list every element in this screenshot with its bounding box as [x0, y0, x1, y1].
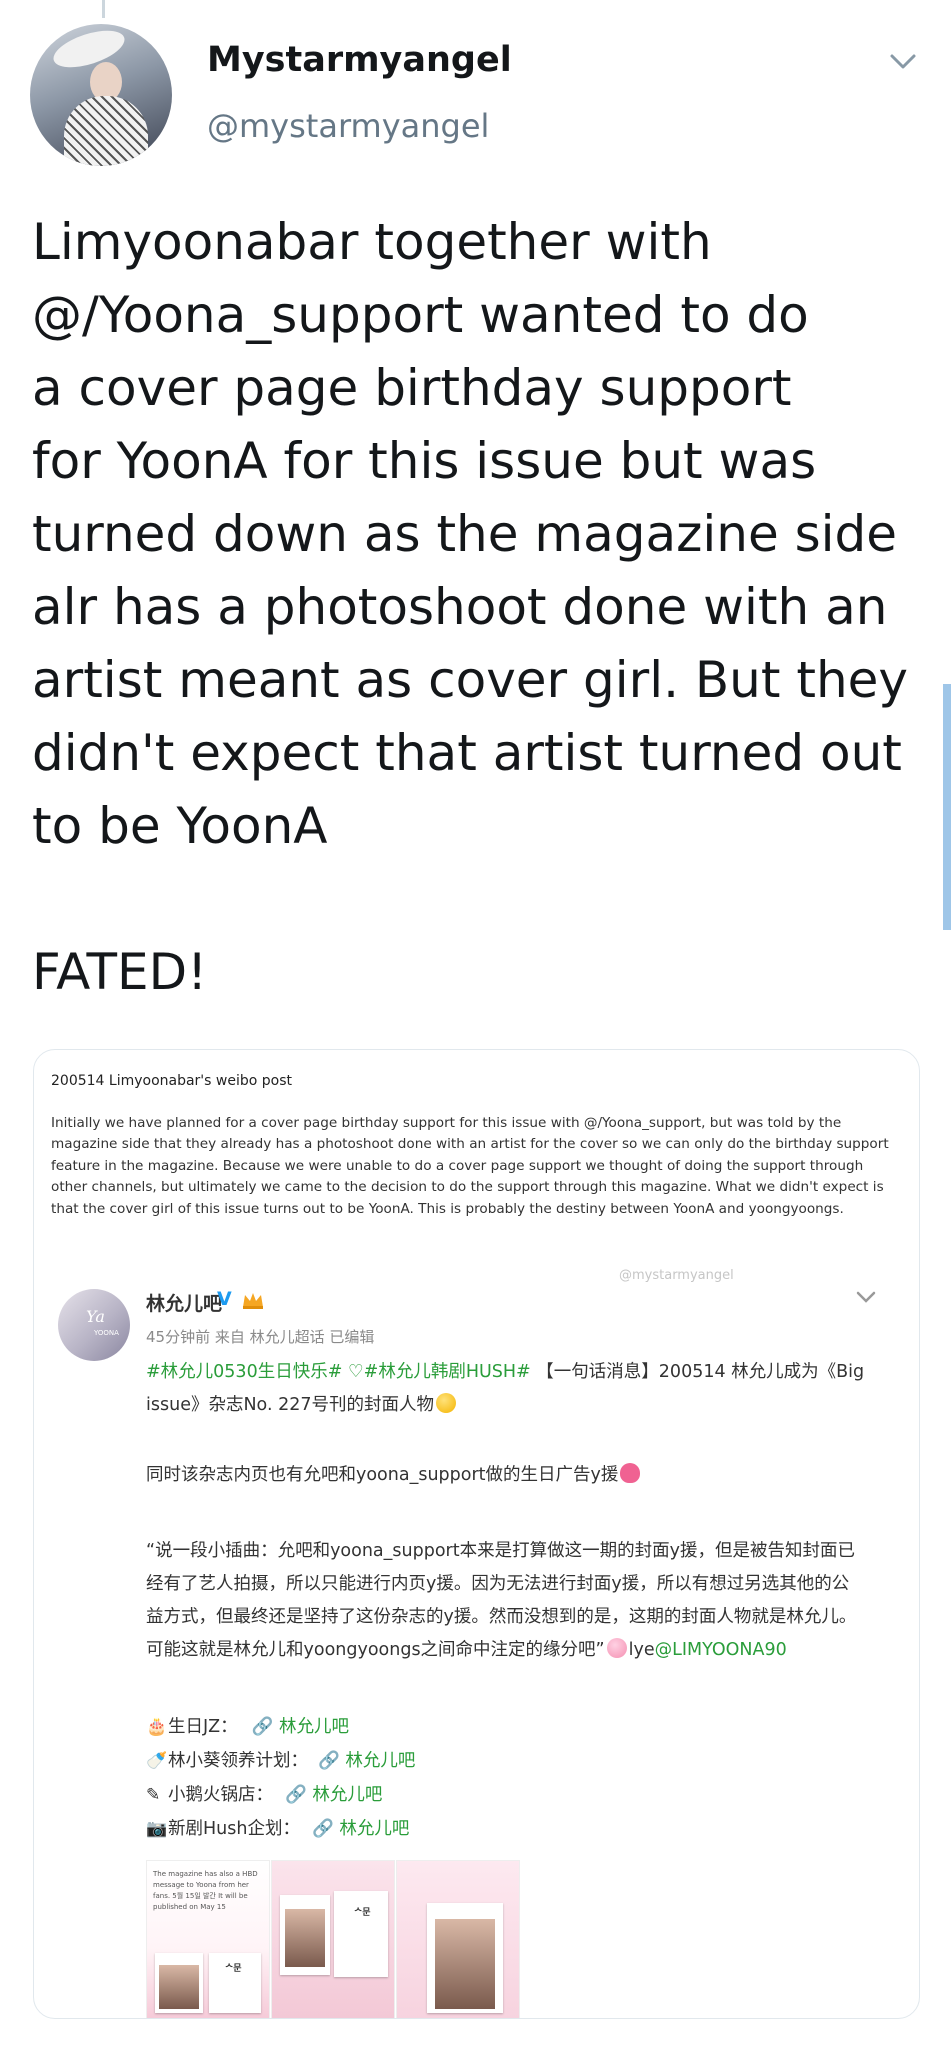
weibo-paragraph-3: “说一段小插曲：允吧和yoona_support本来是打算做这一期的封面y援，但…: [146, 1535, 866, 1667]
magazine-cover-image: [427, 1903, 503, 2013]
weibo-post-meta: 45分钟前 来自 林允儿超话 已编辑: [146, 1328, 375, 1346]
author-avatar[interactable]: [30, 24, 172, 166]
camera-icon: 📷: [146, 1819, 168, 1839]
magazine-cover-image: [280, 1895, 330, 1975]
tweet-text: Limyoonabar together with @/Yoona_suppor…: [32, 213, 909, 1001]
weibo-paragraph-3-suffix: lye: [628, 1640, 655, 1660]
author-handle[interactable]: @mystarmyangel: [207, 107, 489, 145]
list-item: ✎ 小鹅火锅店： 🔗 林允儿吧: [146, 1778, 866, 1812]
weibo-account-name: 林允儿吧: [146, 1293, 223, 1315]
chevron-down-icon[interactable]: [888, 46, 918, 76]
thread-connector-line: [102, 0, 105, 18]
avatar-coat: [64, 96, 148, 166]
list-item-label: 生日JZ：: [168, 1717, 238, 1737]
image-thumbnail: The magazine has also a HBD message to Y…: [146, 1860, 270, 2018]
chevron-down-icon: [856, 1291, 876, 1303]
image-thumbnail: [396, 1860, 520, 2018]
list-item: 🎂生日JZ： 🔗 林允儿吧: [146, 1710, 866, 1744]
list-item-label: 新剧Hush企划：: [168, 1819, 300, 1839]
magazine-cover-image: [155, 1953, 203, 2013]
pen-icon: ✎: [146, 1785, 161, 1805]
scrollbar[interactable]: [943, 684, 951, 930]
list-item-label: 小鹅火锅店：: [168, 1785, 273, 1805]
weibo-link: 🔗 林允儿吧: [311, 1819, 410, 1839]
weibo-link: 🔗 林允儿吧: [285, 1785, 383, 1805]
heart-icon: ♡: [347, 1362, 364, 1382]
crown-badge-icon: [243, 1293, 263, 1309]
thumbnail-caption: The magazine has also a HBD message to Y…: [153, 1870, 258, 1911]
weibo-link-list: 🎂生日JZ： 🔗 林允儿吧 🍼林小葵领养计划： 🔗 林允儿吧 ✎ 小鹅火锅店： 🔗 林允…: [146, 1710, 866, 1846]
weibo-avatar: Ya YOONA: [58, 1289, 130, 1361]
list-item-label: 林小葵领养计划：: [168, 1751, 308, 1771]
weibo-paragraph-2-text: 同时该杂志内页也有允吧和yoona_support做的生日广告y援: [146, 1465, 619, 1485]
surprised-emoji-icon: [435, 1393, 456, 1413]
heart-emoji-icon: [620, 1463, 641, 1483]
author-display-name[interactable]: Mystarmyangel: [207, 40, 512, 80]
magazine-page-image: ᄉ문: [209, 1953, 261, 2013]
mention-limyoona90: @LIMYOONA90: [654, 1640, 787, 1660]
weibo-paragraph-1: #林允儿0530生日快乐# ♡#林允儿韩剧HUSH# 【一句话消息】200514…: [146, 1356, 866, 1422]
tweet-media-image[interactable]: 200514 Limyoonabar's weibo post Initiall…: [33, 1049, 920, 2019]
weibo-link: 🔗 林允儿吧: [251, 1717, 350, 1737]
translation-title: 200514 Limyoonabar's weibo post: [51, 1073, 292, 1089]
list-item: 📷新剧Hush企划： 🔗 林允儿吧: [146, 1812, 866, 1846]
avatar-mini-text: YOONA: [94, 1329, 119, 1337]
hashtag-birthday: #林允儿0530生日快乐#: [146, 1362, 343, 1382]
verified-badge-icon: V: [217, 1288, 232, 1310]
pink-emoji-icon: [606, 1638, 627, 1658]
image-thumbnail: ᄉ문: [271, 1860, 395, 2018]
weibo-link: 🔗 林允儿吧: [318, 1751, 416, 1771]
translation-body: Initially we have planned for a cover pa…: [51, 1115, 889, 1217]
hashtag-hush: #林允儿韩剧HUSH#: [363, 1362, 531, 1382]
watermark: @mystarmyangel: [619, 1268, 734, 1283]
bottle-icon: 🍼: [146, 1751, 168, 1771]
avatar-script-art: Ya: [86, 1307, 105, 1326]
weibo-paragraph-2: 同时该杂志内页也有允吧和yoona_support做的生日广告y援: [146, 1459, 866, 1492]
cake-icon: 🎂: [146, 1717, 168, 1737]
magazine-page-image: ᄉ문: [334, 1891, 388, 1977]
list-item: 🍼林小葵领养计划： 🔗 林允儿吧: [146, 1744, 866, 1778]
